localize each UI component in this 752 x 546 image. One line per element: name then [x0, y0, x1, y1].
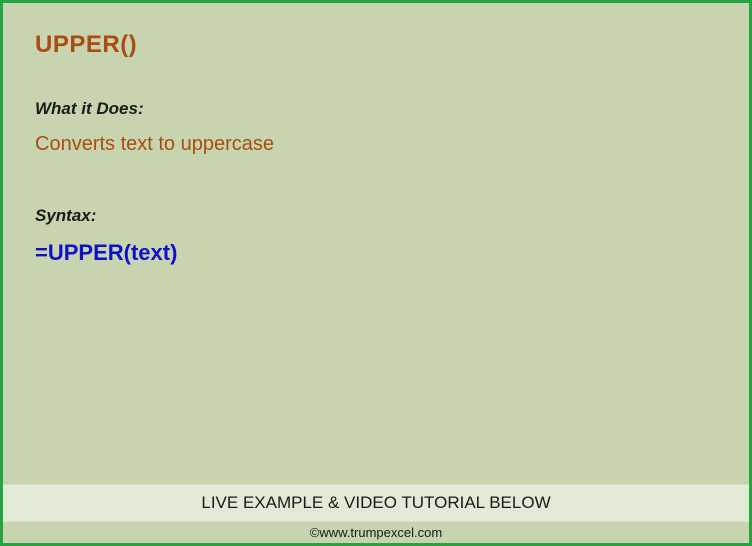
what-it-does-label: What it Does:: [35, 99, 717, 119]
function-title: UPPER(): [35, 31, 717, 59]
syntax-label: Syntax:: [35, 206, 717, 226]
footer-copyright: ©www.trumpexcel.com: [3, 522, 749, 543]
content-area: UPPER() What it Does: Converts text to u…: [3, 3, 749, 484]
syntax-text: =UPPER(text): [35, 240, 717, 266]
card-container: UPPER() What it Does: Converts text to u…: [0, 0, 752, 546]
footer-cta: LIVE EXAMPLE & VIDEO TUTORIAL BELOW: [3, 484, 749, 522]
what-it-does-text: Converts text to uppercase: [35, 133, 717, 156]
